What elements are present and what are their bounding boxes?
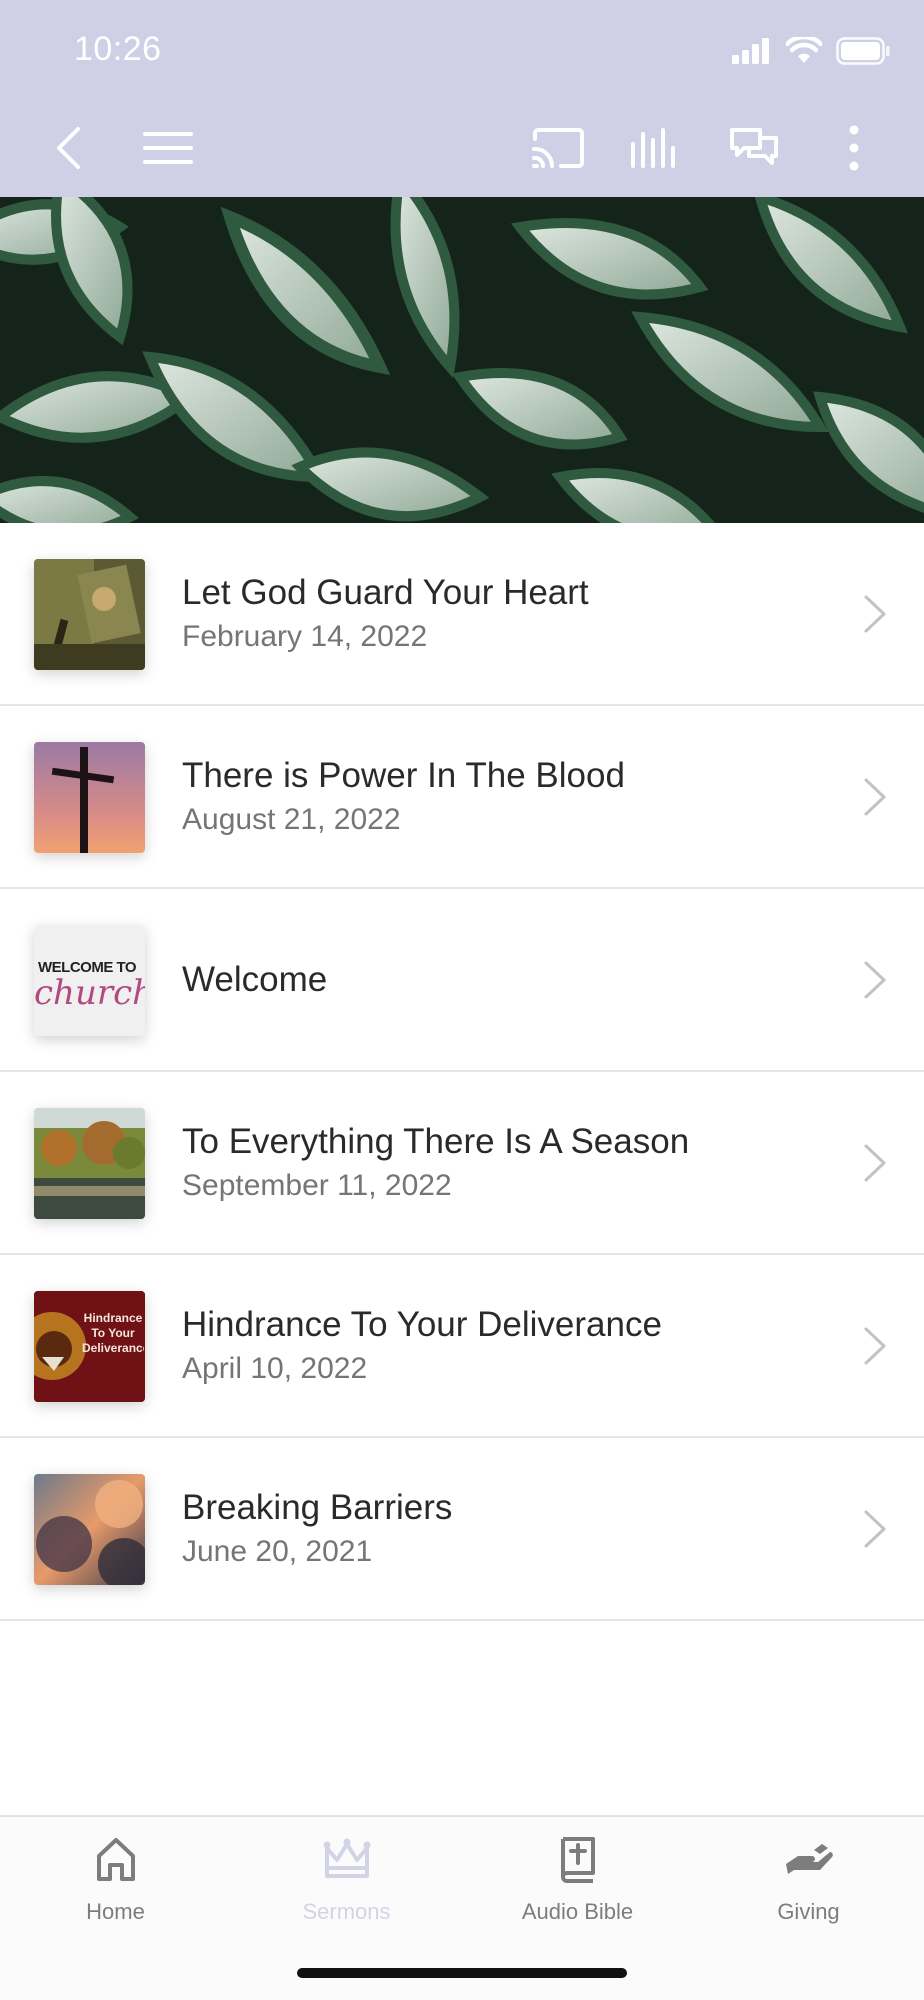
tab-label: Audio Bible	[521, 1899, 634, 1924]
sermon-thumbnail: Hindrance To Your Deliverance	[34, 1291, 145, 1402]
sermon-title: There is Power In The Blood	[182, 755, 625, 795]
sermon-row[interactable]: There is Power In The Blood August 21, 2…	[0, 706, 924, 889]
chevron-right-icon	[864, 1327, 886, 1365]
sermon-list: Let God Guard Your Heart February 14, 20…	[0, 523, 924, 1621]
chat-icon	[730, 128, 778, 165]
hamburger-icon	[143, 132, 193, 164]
sermon-text: Let God Guard Your Heart February 14, 20…	[182, 571, 814, 657]
giving-hand-icon	[785, 1844, 833, 1874]
cast-button[interactable]	[522, 112, 594, 184]
back-button[interactable]	[32, 112, 104, 184]
sermon-title: Let God Guard Your Heart	[182, 572, 589, 612]
home-icon	[96, 1838, 135, 1881]
sermon-row[interactable]: Let God Guard Your Heart February 14, 20…	[0, 523, 924, 706]
sermon-title: Hindrance To Your Deliverance	[182, 1304, 662, 1344]
audio-button[interactable]	[620, 112, 692, 184]
status-time: 10:26	[74, 30, 162, 68]
sermon-text: Breaking Barriers June 20, 2021	[182, 1486, 814, 1572]
tab-label: Giving	[777, 1899, 840, 1924]
hero-banner-image	[0, 197, 924, 523]
sermon-thumbnail	[34, 742, 145, 853]
crown-icon	[323, 1838, 370, 1878]
sermon-row[interactable]: Breaking Barriers June 20, 2021	[0, 1438, 924, 1621]
sermon-text: To Everything There Is A Season Septembe…	[182, 1120, 814, 1206]
tab-sermons[interactable]: Sermons	[231, 1831, 462, 1941]
chevron-right-icon	[864, 1144, 886, 1182]
wifi-icon	[786, 37, 822, 63]
thumb-hindrance-text: Hindrance To Your Deliverance	[82, 1311, 144, 1355]
chevron-right-icon	[864, 1510, 886, 1548]
audio-bars-icon	[631, 128, 675, 168]
chevron-right-icon	[864, 595, 886, 633]
sermon-text: Welcome	[182, 958, 814, 1002]
home-indicator	[297, 1968, 627, 1978]
sermon-title: To Everything There Is A Season	[182, 1121, 690, 1161]
thumb-welcome-bottom: church	[34, 973, 145, 1013]
sermon-text: There is Power In The Blood August 21, 2…	[182, 754, 814, 840]
sermon-thumbnail	[34, 1108, 145, 1219]
more-vertical-icon	[849, 125, 859, 171]
sermon-row[interactable]: WELCOME TO church Welcome	[0, 889, 924, 1072]
sermon-thumbnail: WELCOME TO church	[34, 925, 145, 1036]
sermon-date: September 11, 2022	[182, 1168, 452, 1202]
tab-giving[interactable]: Giving	[693, 1831, 924, 1941]
nav-row	[0, 112, 924, 184]
cast-icon	[532, 128, 584, 168]
sermon-thumbnail	[34, 559, 145, 670]
sermon-date: June 20, 2021	[182, 1534, 373, 1568]
top-bar: 10:26	[0, 0, 924, 197]
sermon-row[interactable]: To Everything There Is A Season Septembe…	[0, 1072, 924, 1255]
menu-button[interactable]	[132, 112, 204, 184]
status-icons	[732, 36, 890, 66]
more-button[interactable]	[818, 112, 890, 184]
sermon-row[interactable]: Hindrance To Your Deliverance Hindrance …	[0, 1255, 924, 1438]
sermon-date: February 14, 2022	[182, 619, 428, 653]
sermon-thumbnail	[34, 1474, 145, 1585]
tab-label: Sermons	[302, 1899, 391, 1924]
battery-icon	[836, 37, 890, 65]
sermon-date: August 21, 2022	[182, 802, 401, 836]
sermon-title: Welcome	[182, 959, 328, 999]
chat-button[interactable]	[718, 112, 790, 184]
chevron-left-icon	[57, 127, 80, 169]
tab-audio-bible[interactable]: Audio Bible	[462, 1831, 693, 1941]
chevron-right-icon	[864, 778, 886, 816]
tab-label: Home	[86, 1899, 145, 1924]
tab-home[interactable]: Home	[0, 1831, 231, 1941]
signal-icon	[732, 38, 769, 64]
sermon-date: April 10, 2022	[182, 1351, 368, 1385]
chevron-right-icon	[864, 961, 886, 999]
sermon-text: Hindrance To Your Deliverance April 10, …	[182, 1303, 814, 1389]
sermon-title: Breaking Barriers	[182, 1487, 453, 1527]
bible-icon	[560, 1837, 595, 1883]
